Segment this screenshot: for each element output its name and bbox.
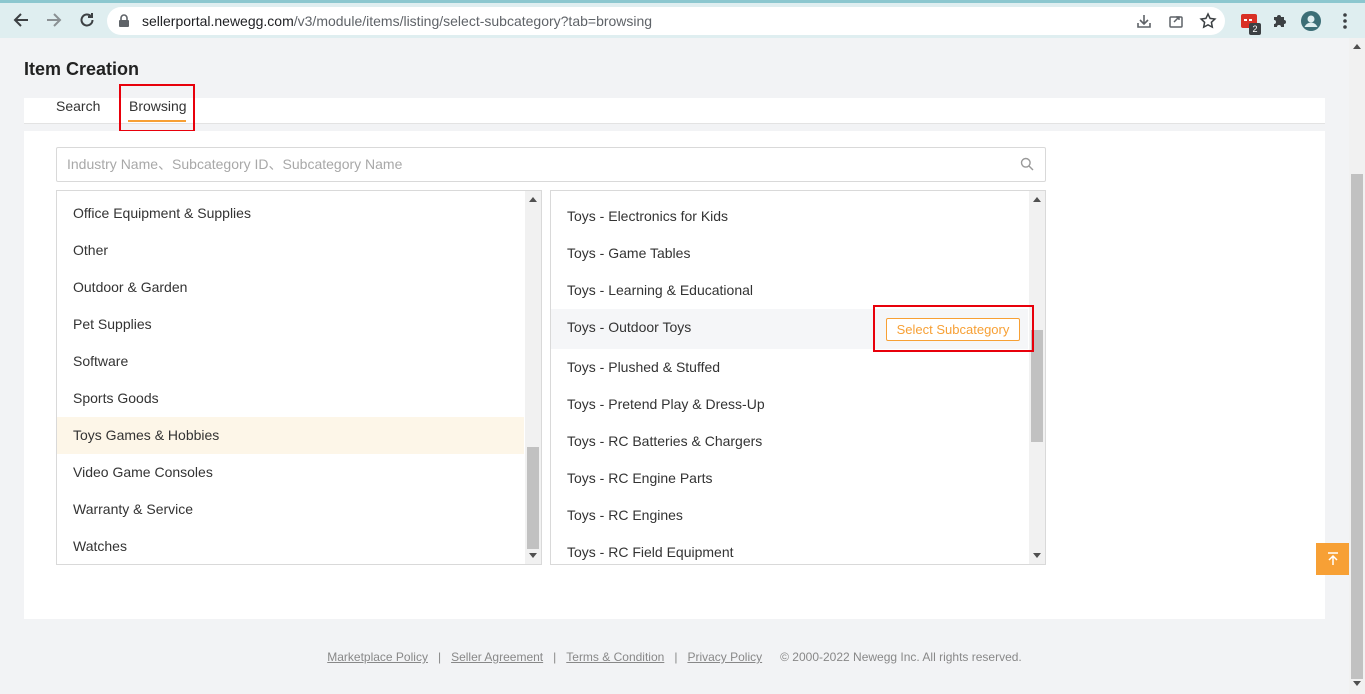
annotation-box-select-subcategory [873,305,1034,352]
industry-item-toys-games-hobbies[interactable]: Toys Games & Hobbies [57,417,524,454]
footer-link-terms-condition[interactable]: Terms & Condition [566,650,664,664]
industry-item-watches[interactable]: Watches [57,528,524,564]
forward-arrow-icon[interactable] [43,9,65,31]
industry-item-office-equipment[interactable]: Office Equipment & Supplies [57,195,524,232]
scroll-up-arrow-icon[interactable] [1353,44,1361,49]
share-icon[interactable] [1167,12,1185,30]
subcategory-item-electronics-for-kids[interactable]: Toys - Electronics for Kids [551,198,1028,235]
page-scrollbar[interactable] [1349,38,1365,694]
back-to-top-button[interactable] [1316,543,1349,575]
extension-badge: 2 [1249,23,1261,35]
subcategory-item-rc-field-equipment[interactable]: Toys - RC Field Equipment [551,534,1028,564]
bookmark-star-icon[interactable] [1199,12,1217,30]
url-text: sellerportal.newegg.com/v3/module/items/… [142,13,653,29]
footer-link-privacy-policy[interactable]: Privacy Policy [687,650,762,664]
industry-item-video-game-consoles[interactable]: Video Game Consoles [57,454,524,491]
subcategory-search-box [56,147,1046,182]
kebab-menu-icon[interactable] [1335,11,1355,31]
browser-toolbar: sellerportal.newegg.com/v3/module/items/… [0,0,1365,38]
install-icon[interactable] [1135,12,1153,30]
subcategory-item-plushed-stuffed[interactable]: Toys - Plushed & Stuffed [551,349,1028,386]
page-title: Item Creation [24,59,140,79]
lock-icon [119,14,129,27]
footer-link-seller-agreement[interactable]: Seller Agreement [451,650,543,664]
industry-list-scrollbar[interactable] [525,191,541,564]
subcategory-item-rc-engines[interactable]: Toys - RC Engines [551,497,1028,534]
industry-item-software[interactable]: Software [57,343,524,380]
industry-item-sports-goods[interactable]: Sports Goods [57,380,524,417]
tab-bar: Search Browsing [24,98,1325,124]
footer: Marketplace Policy | Seller Agreement | Term… [0,650,1349,664]
reload-icon[interactable] [76,9,98,31]
profile-avatar-icon[interactable] [1301,11,1321,31]
footer-separator: | [674,650,678,664]
annotation-box-browsing [119,84,195,132]
subcategory-item-rc-batteries[interactable]: Toys - RC Batteries & Chargers [551,423,1028,460]
subcategory-list-scrollbar[interactable] [1029,191,1045,564]
subcategory-item-rc-engine-parts[interactable]: Toys - RC Engine Parts [551,460,1028,497]
tab-search[interactable]: Search [56,98,100,114]
industry-item-warranty-service[interactable]: Warranty & Service [57,491,524,528]
subcategory-item-learning-educational[interactable]: Toys - Learning & Educational [551,272,1028,309]
search-icon[interactable] [1020,157,1034,171]
page-scroll-thumb[interactable] [1351,174,1363,679]
subcategory-list: Toys - Electronics for Kids Toys - Game … [550,190,1046,565]
industry-item-other[interactable]: Other [57,232,524,269]
address-bar[interactable]: sellerportal.newegg.com/v3/module/items/… [107,7,1225,35]
footer-separator: | [437,650,442,664]
footer-separator: | [553,650,557,664]
back-arrow-icon[interactable] [10,9,32,31]
scroll-up-arrow-icon[interactable] [1033,197,1041,202]
industry-item-pet-supplies[interactable]: Pet Supplies [57,306,524,343]
scroll-down-arrow-icon[interactable] [529,553,537,558]
puzzle-extensions-icon[interactable] [1270,11,1290,31]
industry-list: Office Equipment & Supplies Other Outdoo… [56,190,542,565]
scroll-up-arrow-icon[interactable] [529,197,537,202]
scroll-down-arrow-icon[interactable] [1353,681,1361,686]
scroll-down-arrow-icon[interactable] [1033,553,1041,558]
subcategory-search-input[interactable] [67,156,1007,172]
scroll-thumb[interactable] [527,447,539,549]
arrow-up-to-top-icon [1327,552,1338,565]
subcategory-item-game-tables[interactable]: Toys - Game Tables [551,235,1028,272]
footer-link-marketplace-policy[interactable]: Marketplace Policy [327,650,428,664]
subcategory-item-pretend-play[interactable]: Toys - Pretend Play & Dress-Up [551,386,1028,423]
footer-copyright: © 2000-2022 Newegg Inc. All rights reser… [780,650,1022,664]
industry-item-outdoor-garden[interactable]: Outdoor & Garden [57,269,524,306]
